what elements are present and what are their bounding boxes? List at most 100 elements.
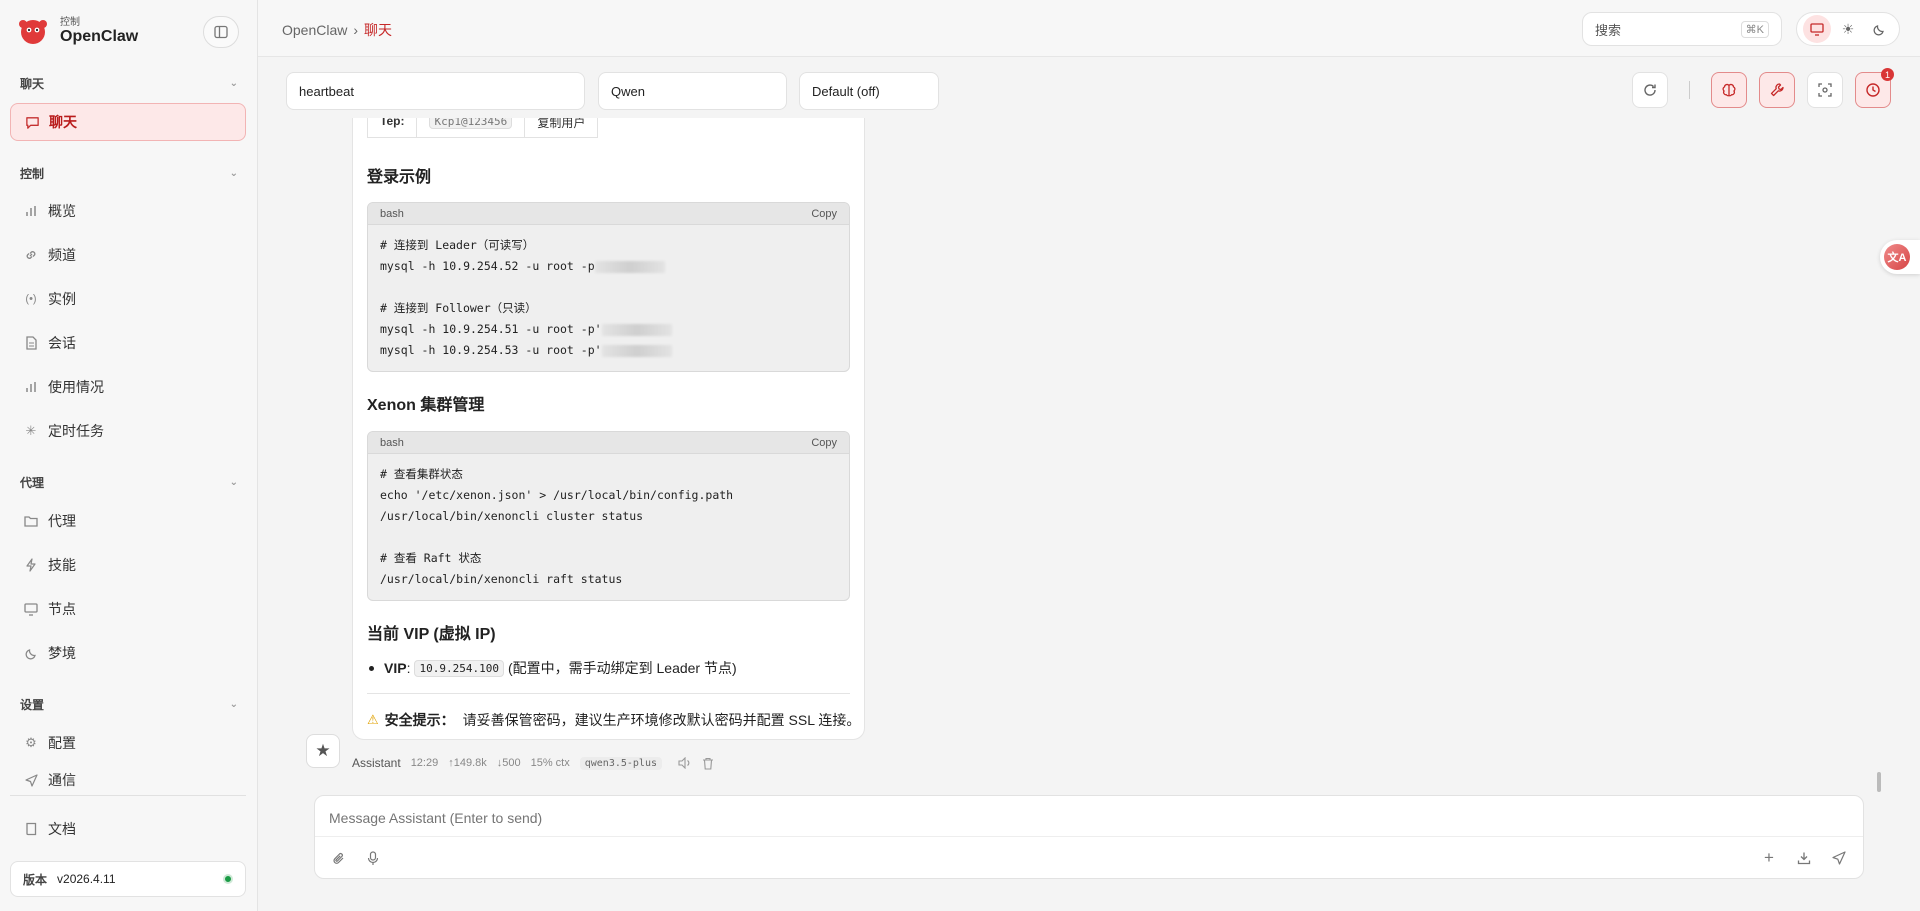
section-title: 控制	[20, 167, 45, 181]
message-time: 12:29	[410, 757, 439, 769]
bullet-dot	[369, 665, 374, 671]
section-heading-login: 登录示例	[367, 169, 432, 186]
speaker-icon	[678, 757, 690, 769]
assistant-message-bubble: Tep: Kcp1@123456 复制用户 登录示例 bash Copy # 连…	[352, 118, 865, 740]
new-chat-button[interactable]: +	[1757, 846, 1781, 870]
speaker-button[interactable]	[678, 757, 692, 769]
sidebar-item-dreams[interactable]: 梦境	[10, 634, 246, 672]
sidebar-item-docs[interactable]: 文档	[10, 810, 246, 848]
table-cell: 复制用户	[537, 118, 586, 130]
code-line: # 连接到 Follower（只读）	[380, 301, 537, 315]
thinking-select-value: Default (off)	[812, 83, 880, 99]
voice-input-button[interactable]	[361, 846, 385, 870]
bar-chart-icon	[22, 202, 40, 220]
breadcrumb: OpenClaw › 聊天	[282, 20, 392, 40]
sidebar-item-config[interactable]: ⚙ 配置	[10, 724, 246, 762]
message-icon	[23, 113, 41, 131]
context-usage: 15% ctx	[530, 757, 570, 769]
link-icon	[22, 246, 40, 264]
sidebar-item-channels[interactable]: 频道	[10, 236, 246, 274]
sidebar-item-cron[interactable]: ✳ 定时任务	[10, 412, 246, 450]
section-header-control[interactable]: 控制 ⌄	[20, 165, 238, 182]
section-header-settings[interactable]: 设置 ⌄	[20, 696, 238, 713]
gear-icon: ⚙	[25, 735, 37, 750]
sidebar-item-label: 聊天	[49, 114, 77, 130]
focus-icon	[1818, 83, 1832, 97]
sidebar-item-overview[interactable]: 概览	[10, 192, 246, 230]
export-button[interactable]	[1792, 846, 1816, 870]
brand[interactable]: 控制 OpenClaw	[16, 14, 138, 48]
thinking-toggle-button[interactable]	[1711, 72, 1747, 108]
model-select-value: Qwen	[611, 83, 645, 99]
sidebar-item-nodes[interactable]: 节点	[10, 590, 246, 628]
translate-widget[interactable]: 文A	[1880, 240, 1920, 274]
attach-button[interactable]	[327, 846, 351, 870]
tokens-out: ↓500	[496, 757, 521, 769]
theme-system-button[interactable]	[1802, 15, 1831, 43]
search-shortcut: ⌘K	[1740, 20, 1769, 38]
sidebar-item-label: 通信	[48, 772, 76, 788]
code-line: /usr/local/bin/xenoncli raft status	[380, 572, 623, 586]
sidebar-item-label: 实例	[48, 291, 76, 307]
divider	[367, 693, 850, 694]
section-title: 设置	[20, 698, 45, 712]
copy-button[interactable]: Copy	[811, 437, 837, 449]
sidebar-item-label: 会话	[48, 335, 76, 351]
refresh-button[interactable]	[1632, 72, 1668, 108]
sidebar-item-comms[interactable]: 通信	[10, 768, 246, 792]
breadcrumb-separator: ›	[353, 22, 359, 38]
sidebar-item-chat[interactable]: 聊天	[10, 103, 246, 141]
brain-icon	[1722, 83, 1736, 97]
sidebar: 控制 OpenClaw 聊天 ⌄ 聊天 控制 ⌄ 概览 频道 (•) 实例 会话	[0, 0, 258, 911]
send-icon	[22, 771, 40, 789]
redacted-password	[601, 323, 672, 336]
sidebar-item-label: 频道	[48, 247, 76, 263]
chevron-down-icon: ⌄	[229, 168, 238, 179]
scrollbar-thumb[interactable]	[1877, 772, 1881, 792]
moon-icon	[22, 644, 40, 662]
sidebar-collapse-button[interactable]	[203, 16, 239, 48]
section-header-agents[interactable]: 代理 ⌄	[20, 474, 238, 491]
code-block-xenon: bash Copy # 查看集群状态 echo '/etc/xenon.json'…	[367, 431, 850, 601]
sidebar-item-agents[interactable]: 代理	[10, 502, 246, 540]
broadcast-icon: (•)	[25, 293, 37, 305]
openclaw-logo-icon	[16, 14, 50, 48]
delete-message-button[interactable]	[702, 757, 714, 770]
refresh-icon	[1644, 84, 1656, 96]
sidebar-item-label: 技能	[48, 557, 76, 573]
section-header-chat[interactable]: 聊天 ⌄	[20, 75, 238, 92]
sidebar-item-usage[interactable]: 使用情况	[10, 368, 246, 406]
focus-mode-button[interactable]	[1807, 72, 1843, 108]
sidebar-item-skills[interactable]: 技能	[10, 546, 246, 584]
code-line: mysql -h 10.9.254.53 -u root -p'	[380, 340, 837, 361]
send-button[interactable]	[1827, 846, 1851, 870]
sender-name: Assistant	[352, 756, 401, 770]
message-input[interactable]	[329, 810, 1729, 826]
section-title: 聊天	[20, 77, 45, 91]
chevron-down-icon: ⌄	[229, 699, 238, 710]
code-line: # 查看 Raft 状态	[380, 551, 482, 565]
sidebar-item-label: 文档	[48, 821, 76, 837]
code-line: /usr/local/bin/xenoncli cluster status	[380, 509, 644, 523]
search-box[interactable]: 搜索 ⌘K	[1582, 12, 1782, 46]
security-warning: ⚠ 安全提示： 请妥善保管密码，建议生产环境修改默认密码并配置 SSL 连接。	[367, 710, 860, 730]
sidebar-item-instances[interactable]: (•) 实例	[10, 280, 246, 318]
sidebar-item-sessions[interactable]: 会话	[10, 324, 246, 362]
vip-colon: :	[406, 660, 411, 676]
model-select[interactable]: Qwen	[598, 72, 787, 110]
cron-button[interactable]: 1	[1855, 68, 1894, 108]
vip-label: VIP	[384, 660, 407, 676]
topbar: OpenClaw › 聊天 搜索 ⌘K ☀	[258, 0, 1920, 57]
copy-button[interactable]: Copy	[811, 208, 837, 220]
theme-dark-button[interactable]	[1865, 15, 1893, 43]
theme-light-button[interactable]: ☀	[1834, 15, 1862, 43]
tools-toggle-button[interactable]	[1759, 72, 1795, 108]
sidebar-item-label: 配置	[48, 735, 76, 751]
thinking-select[interactable]: Default (off)	[799, 72, 939, 110]
session-select[interactable]: heartbeat	[286, 72, 585, 110]
translate-icon: 文A	[1884, 244, 1910, 270]
sidebar-toggle-icon	[214, 25, 228, 39]
sidebar-item-label: 定时任务	[48, 423, 104, 439]
sidebar-item-label: 使用情况	[48, 379, 104, 395]
breadcrumb-root[interactable]: OpenClaw	[282, 22, 347, 38]
